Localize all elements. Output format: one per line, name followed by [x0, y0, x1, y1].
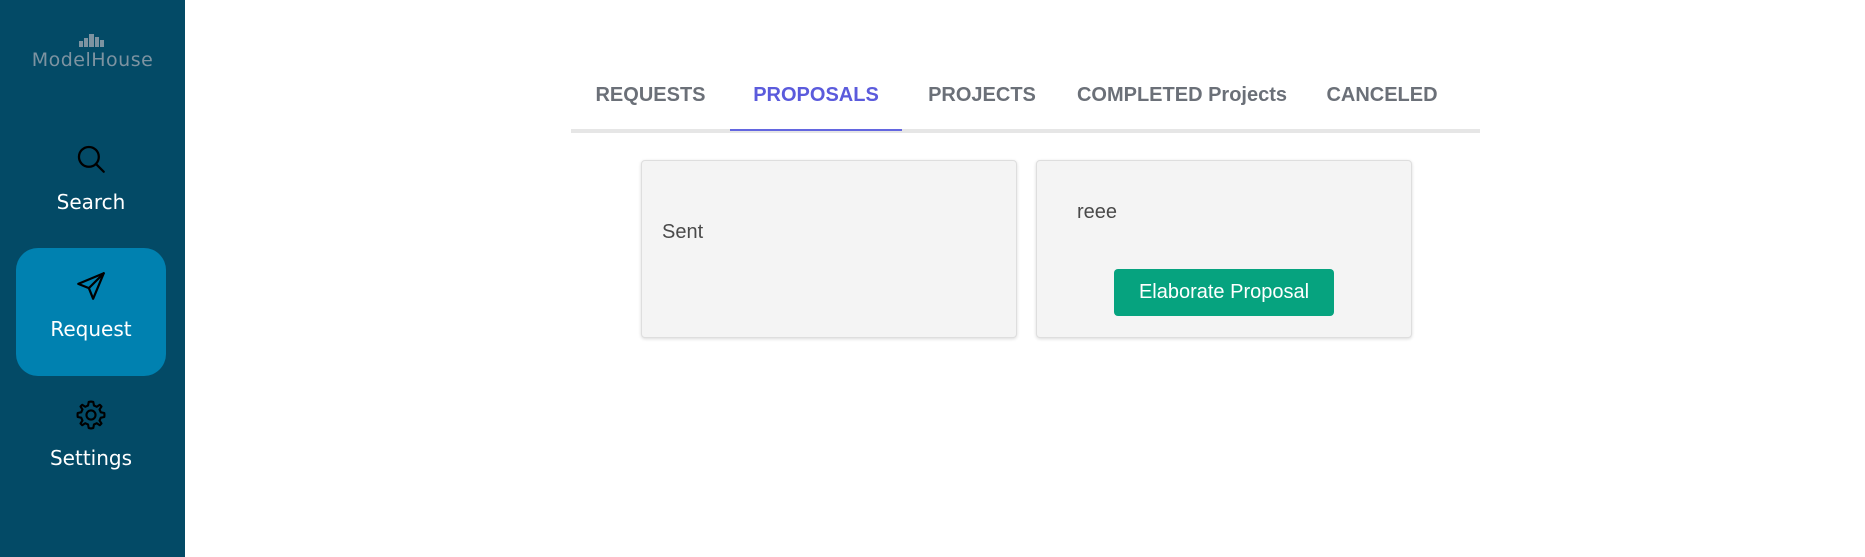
proposal-card-sent: Sent	[641, 160, 1017, 338]
tab-requests[interactable]: REQUESTS	[571, 70, 730, 131]
sidebar-item-settings[interactable]: Settings	[16, 377, 166, 505]
tab-completed-projects[interactable]: COMPLETED Projects	[1062, 70, 1302, 131]
sidebar-item-label: Request	[50, 317, 132, 341]
search-icon	[77, 145, 105, 173]
tab-canceled[interactable]: CANCELED	[1302, 70, 1462, 131]
sidebar-item-request[interactable]: Request	[16, 248, 166, 376]
tab-proposals[interactable]: PROPOSALS	[730, 70, 902, 131]
sidebar-item-label: Settings	[49, 446, 133, 470]
sidebar-item-search[interactable]: Search	[16, 120, 166, 248]
sidebar-item-label: Search	[56, 190, 126, 214]
sidebar: ModelHouse Search Request Settings	[0, 0, 185, 557]
tab-bar: REQUESTS PROPOSALS PROJECTS COMPLETED Pr…	[571, 70, 1480, 133]
tab-projects[interactable]: PROJECTS	[902, 70, 1062, 131]
app-root: ModelHouse Search Request Settings REQUE…	[0, 0, 1865, 557]
logo-text: ModelHouse	[31, 49, 154, 71]
gear-icon	[76, 400, 106, 430]
logo-mark-icon	[78, 34, 104, 47]
proposal-status-text: Sent	[662, 221, 704, 243]
logo[interactable]: ModelHouse	[0, 32, 185, 71]
elaborate-proposal-button[interactable]: Elaborate Proposal	[1114, 269, 1334, 316]
proposal-title: reee	[1077, 201, 1118, 223]
proposal-card: reee Elaborate Proposal	[1036, 160, 1412, 338]
send-icon	[77, 272, 105, 300]
